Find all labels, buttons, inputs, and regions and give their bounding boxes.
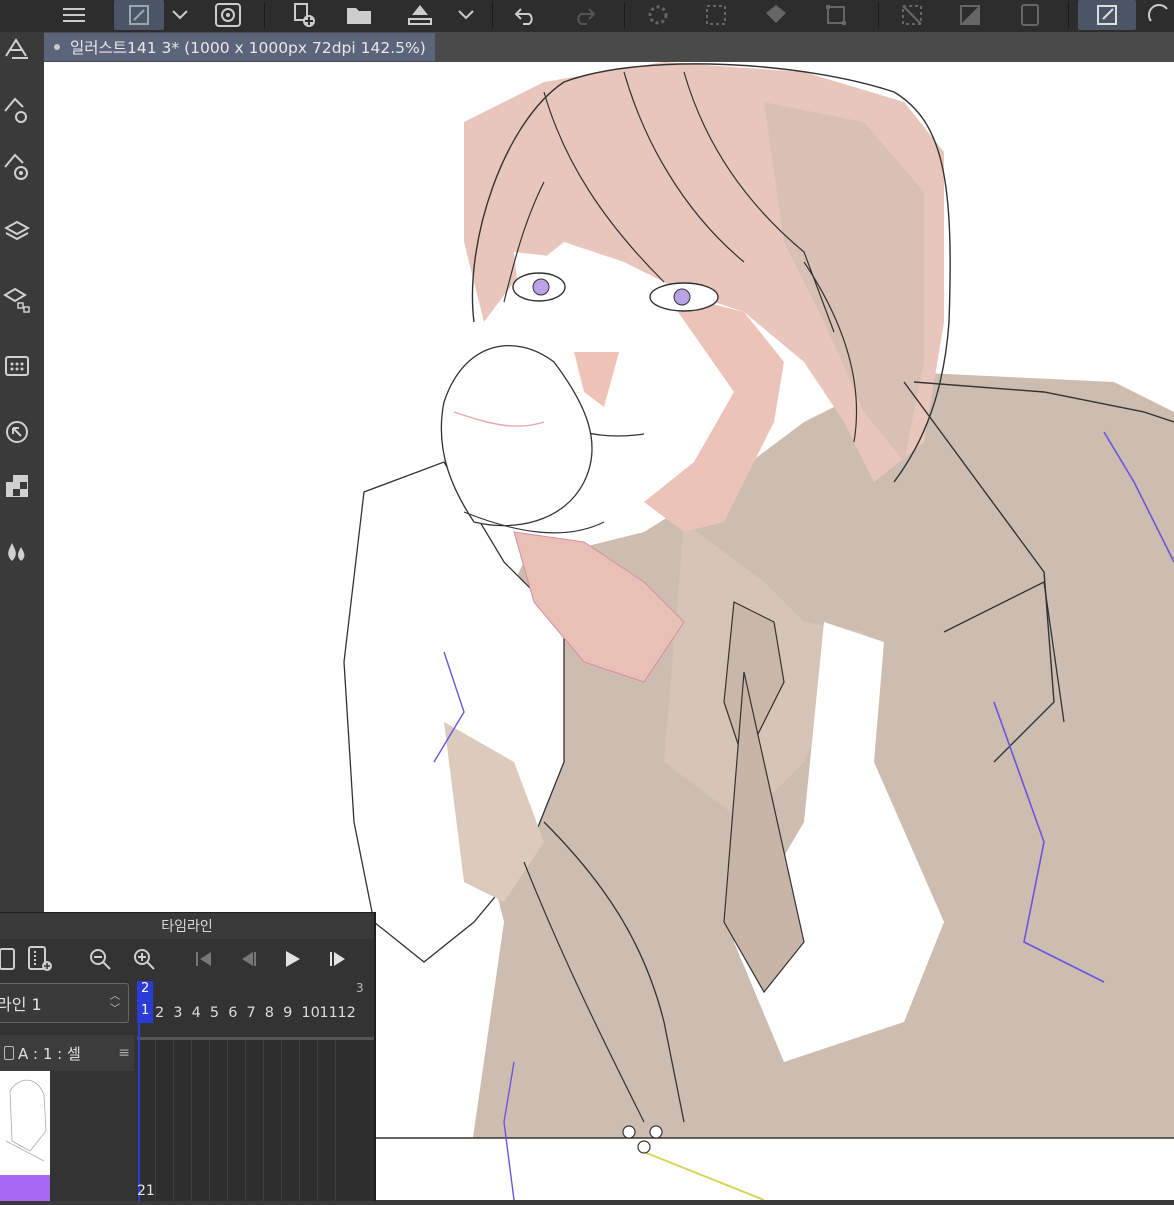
drops-icon[interactable]	[0, 534, 34, 570]
redo-icon[interactable]	[566, 0, 602, 30]
add-file-icon[interactable]	[286, 0, 322, 30]
frame-number[interactable]: 7	[247, 1005, 256, 1021]
export-icon[interactable]	[402, 0, 438, 30]
frame-column	[191, 1037, 192, 1201]
folder-icon[interactable]	[342, 0, 378, 30]
toolbar-separator	[492, 2, 493, 28]
frame-column	[227, 1037, 228, 1201]
frame-number[interactable]: 2	[155, 1005, 164, 1021]
playhead-line	[138, 981, 140, 1201]
unsaved-dot-icon	[54, 44, 60, 50]
track-row-line	[137, 1037, 374, 1040]
partial-icon[interactable]	[1140, 0, 1174, 30]
toolbar-separator	[624, 2, 625, 28]
top-toolbar	[0, 0, 1174, 33]
frame-column	[245, 1037, 246, 1201]
timeline-cells[interactable]	[137, 1037, 374, 1201]
layer-property-icon[interactable]	[0, 282, 34, 318]
frame-column	[173, 1037, 174, 1201]
cell-thumbnail[interactable]	[0, 1071, 50, 1201]
grid-icon[interactable]	[0, 348, 34, 384]
timeline-select-value: 라인 1	[0, 995, 42, 1014]
toolbar-separator	[1068, 2, 1069, 28]
fill-icon[interactable]	[758, 0, 794, 30]
next-frame-icon[interactable]	[322, 943, 354, 975]
toolbar-separator	[878, 2, 879, 28]
track-label: A : 1 : 셀	[18, 1044, 81, 1063]
frame-column	[281, 1037, 282, 1201]
zoom-out-icon[interactable]	[84, 943, 116, 975]
navigator-icon[interactable]	[0, 414, 34, 450]
track-menu-icon[interactable]: ≡	[118, 1045, 130, 1061]
timeline-select[interactable]: 라인 1 ︿ ﹀	[0, 983, 129, 1023]
select-arrows-icon: ︿ ﹀	[110, 991, 120, 1015]
document-title: 일러스트141 3* (1000 x 1000px 72dpi 142.5%)	[70, 39, 426, 57]
frame-column	[209, 1037, 210, 1201]
crop-icon[interactable]	[1012, 0, 1048, 30]
frame-ruler[interactable]: 2 3 4 5 6 7 8 9 10 11 12	[155, 1005, 374, 1025]
first-frame-icon[interactable]	[188, 943, 220, 975]
deselect-icon[interactable]	[894, 0, 930, 30]
frame-column	[263, 1037, 264, 1201]
pen-icon[interactable]	[114, 0, 164, 30]
playhead[interactable]: 2 1	[137, 981, 153, 1201]
frame-count: 21	[137, 1183, 155, 1199]
frame-number[interactable]: 9	[283, 1005, 292, 1021]
add-cell-icon[interactable]	[24, 943, 56, 975]
new-timeline-icon[interactable]	[0, 943, 24, 975]
left-tool-strip	[0, 32, 45, 912]
undo-icon[interactable]	[508, 0, 544, 30]
track-header[interactable]: A : 1 : 셀 ≡	[0, 1035, 134, 1071]
menu-icon[interactable]	[56, 0, 92, 30]
frame-column	[155, 1037, 156, 1201]
brush-settings-icon[interactable]	[0, 32, 34, 68]
spiral-icon[interactable]	[210, 0, 246, 30]
invert-icon[interactable]	[952, 0, 988, 30]
frame-number[interactable]: 10	[301, 1005, 319, 1021]
frame-number[interactable]: 3	[173, 1005, 182, 1021]
layers-icon[interactable]	[0, 214, 34, 250]
frame-column	[299, 1037, 300, 1201]
track-lock-icon[interactable]	[4, 1046, 14, 1060]
sub-tool-icon[interactable]	[0, 148, 34, 184]
current-frame-top: 2	[141, 981, 150, 996]
frame-number[interactable]: 6	[228, 1005, 237, 1021]
play-icon[interactable]	[276, 943, 308, 975]
toolbar-separator	[264, 2, 265, 28]
transform-icon[interactable]	[818, 0, 854, 30]
chevron-down-icon[interactable]	[164, 0, 196, 30]
document-tab[interactable]: 일러스트141 3* (1000 x 1000px 72dpi 142.5%)	[44, 33, 435, 61]
chevron-down-icon[interactable]	[450, 0, 482, 30]
frame-number[interactable]: 4	[192, 1005, 201, 1021]
timeline-panel: 타임라인 라인 1 ︿ ﹀ A : 1 : 셀 ≡ 2 1 2 3 4 5 6 …	[0, 912, 376, 1201]
canvas-tab-bar: 일러스트141 3* (1000 x 1000px 72dpi 142.5%)	[44, 32, 1174, 62]
tool-property-icon[interactable]	[0, 92, 34, 128]
frame-number[interactable]: 11	[319, 1005, 337, 1021]
edit-active-icon[interactable]	[1078, 0, 1136, 30]
frame-overflow-digit: 3	[356, 981, 364, 995]
zoom-in-icon[interactable]	[128, 943, 160, 975]
frame-column	[317, 1037, 318, 1201]
frame-number[interactable]: 5	[210, 1005, 219, 1021]
frame-number[interactable]: 12	[337, 1005, 355, 1021]
color-palette-icon[interactable]	[0, 468, 34, 504]
current-frame-bottom: 1	[141, 1003, 150, 1018]
frame-column	[335, 1037, 336, 1201]
select-icon[interactable]	[698, 0, 734, 30]
timeline-title: 타임라인	[0, 913, 374, 939]
loading-icon[interactable]	[640, 0, 676, 30]
frame-number[interactable]: 8	[265, 1005, 274, 1021]
previous-frame-icon[interactable]	[232, 943, 264, 975]
